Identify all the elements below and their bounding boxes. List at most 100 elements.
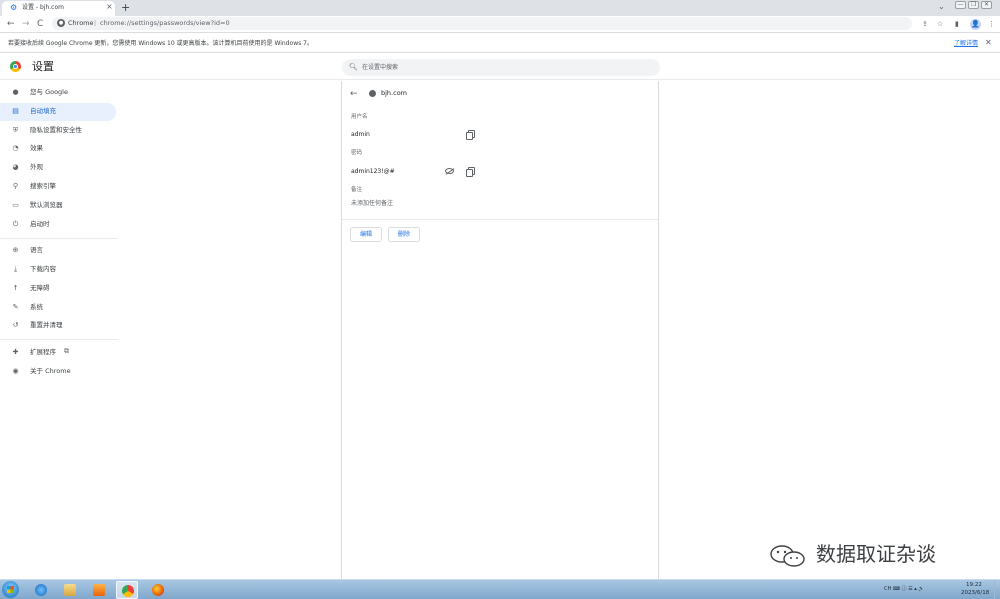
username-label: 用户名 [351,114,368,120]
sidebar-divider [0,238,118,239]
power-icon: ⏻ [12,220,19,228]
sidebar-item-label: 外观 [30,163,43,171]
side-panel-icon[interactable]: ▮ [955,20,959,29]
sidebar-item-label: 扩展程序 [30,348,56,356]
settings-search-box[interactable]: 🔍︎ [342,59,660,76]
media-player-icon[interactable] [88,581,110,599]
forward-button[interactable]: → [22,18,30,30]
infobar-message: 若要接收后续 Google Chrome 更新，您需使用 Windows 10 … [8,40,313,47]
infobar-close-button[interactable]: ✕ [985,38,992,48]
profile-icon[interactable]: 👤 [970,19,981,30]
browser-icon: ▭ [12,201,19,209]
search-icon: 🔍︎ [349,63,358,71]
wrench-icon: ✎ [12,303,19,311]
sidebar-item-search-engine[interactable]: ⚲ 搜索引擎 [0,178,116,196]
url-separator: | [94,19,97,27]
system-tray[interactable]: CH ⌨ ⓘ ☰ ▴ 🔈 [884,585,925,593]
sidebar-item-privacy[interactable]: ⛨ 隐私设置和安全性 [0,122,116,140]
url-text[interactable]: chrome://settings/passwords/view?id=0 [100,19,230,28]
username-value: admin [351,131,370,138]
accessibility-icon: ☨ [13,284,18,292]
new-tab-button[interactable]: + [121,1,130,14]
palette-icon: ◕ [12,163,19,171]
note-label: 备注 [351,187,363,193]
sidebar-item-label: 重置并清理 [30,321,63,329]
site-globe-icon [369,90,376,97]
back-arrow-icon[interactable]: ← [350,89,358,99]
sidebar-item-you-and-google[interactable]: ● 您与 Google [0,84,116,102]
wechat-icon [770,545,805,567]
copy-username-icon[interactable] [466,130,475,140]
settings-sidebar: ● 您与 Google ▤ 自动填充 ⛨ 隐私设置和安全性 ◔ 效果 ◕ 外观 … [0,81,120,576]
reload-button[interactable]: C [37,18,43,30]
globe-icon: ⊕ [12,246,19,254]
sidebar-item-appearance[interactable]: ◕ 外观 [0,159,116,177]
speedometer-icon: ◔ [12,144,19,152]
sidebar-item-about-chrome[interactable]: ◉ 关于 Chrome [0,363,116,381]
sidebar-item-label: 语言 [30,246,43,254]
sidebar-item-accessibility[interactable]: ☨ 无障碍 [0,280,116,298]
hide-password-icon[interactable] [445,168,454,174]
start-button[interactable] [2,581,19,598]
clock-date[interactable]: 2023/6/18 [961,589,989,597]
update-infobar: 若要接收后续 Google Chrome 更新，您需使用 Windows 10 … [0,34,1000,53]
restore-button[interactable]: ❐ [968,1,979,9]
tab-search-button[interactable]: ⌄ [938,2,945,11]
learn-more-link[interactable]: 了解详情 [954,39,978,48]
sidebar-item-label: 您与 Google [30,88,68,96]
ie-icon[interactable] [30,581,52,599]
sidebar-item-system[interactable]: ✎ 系统 [0,299,116,317]
sidebar-item-label: 下载内容 [30,265,56,273]
sidebar-item-performance[interactable]: ◔ 效果 [0,140,116,158]
history-icon: ↺ [12,321,19,329]
page-title: 设置 [32,60,54,73]
shield-icon: ⛨ [12,126,19,134]
chrome-icon: ◉ [12,367,19,375]
address-bar[interactable]: ● Chrome | chrome://settings/passwords/v… [52,17,912,30]
sidebar-item-default-browser[interactable]: ▭ 默认浏览器 [0,197,116,215]
search-icon: ⚲ [12,182,19,190]
sidebar-item-label: 启动时 [30,220,50,228]
menu-icon[interactable]: ⋮ [988,20,995,29]
sidebar-item-downloads[interactable]: ⤓ 下载内容 [0,261,116,279]
download-icon: ⤓ [13,265,18,273]
external-link-icon: ⧉ [64,347,69,355]
edit-button[interactable]: 编辑 [350,227,382,242]
tab-title: 设置 - bjh.com [22,4,64,11]
windows-taskbar: CH ⌨ ⓘ ☰ ▴ 🔈 19:22 2023/6/18 [0,579,1000,599]
copy-password-icon[interactable] [466,167,475,177]
show-desktop-button[interactable] [994,580,1000,599]
sidebar-item-on-startup[interactable]: ⏻ 启动时 [0,216,116,234]
explorer-icon[interactable] [59,581,81,599]
sidebar-item-label: 关于 Chrome [30,367,71,375]
site-name: bjh.com [381,89,407,97]
star-icon[interactable]: ☆ [937,20,943,29]
card-divider [342,219,658,220]
sidebar-item-languages[interactable]: ⊕ 语言 [0,242,116,260]
tab-strip: ⚙ 设置 - bjh.com × + ⌄ — ❐ ✕ [0,0,1000,16]
password-value: admin123!@# [351,168,395,175]
sidebar-item-extensions[interactable]: ✚ 扩展程序 ⧉ [0,344,116,362]
back-button[interactable]: ← [7,18,15,30]
person-icon: ● [12,88,19,96]
minimize-button[interactable]: — [955,1,966,9]
chrome-icon[interactable] [116,581,138,599]
tab-close-button[interactable]: × [106,2,113,12]
chrome-site-icon: ● [57,19,65,27]
sidebar-item-label: 隐私设置和安全性 [30,126,82,134]
sidebar-item-label: 效果 [30,144,43,152]
tab-settings[interactable]: ⚙ 设置 - bjh.com × [2,1,115,16]
sidebar-item-reset[interactable]: ↺ 重置并清理 [0,317,116,335]
delete-button[interactable]: 删除 [388,227,420,242]
share-icon[interactable]: ⇪ [922,20,928,29]
sidebar-item-autofill[interactable]: ▤ 自动填充 [0,103,116,121]
close-window-button[interactable]: ✕ [981,1,992,9]
puzzle-icon: ✚ [12,348,19,356]
sidebar-divider [0,339,118,340]
clock-time[interactable]: 19:22 [966,581,982,589]
search-input[interactable] [362,62,642,73]
firefox-icon[interactable] [147,581,169,599]
note-value: 未添加任何备注 [351,200,394,207]
autofill-icon: ▤ [12,107,19,115]
sidebar-item-label: 默认浏览器 [30,201,63,209]
